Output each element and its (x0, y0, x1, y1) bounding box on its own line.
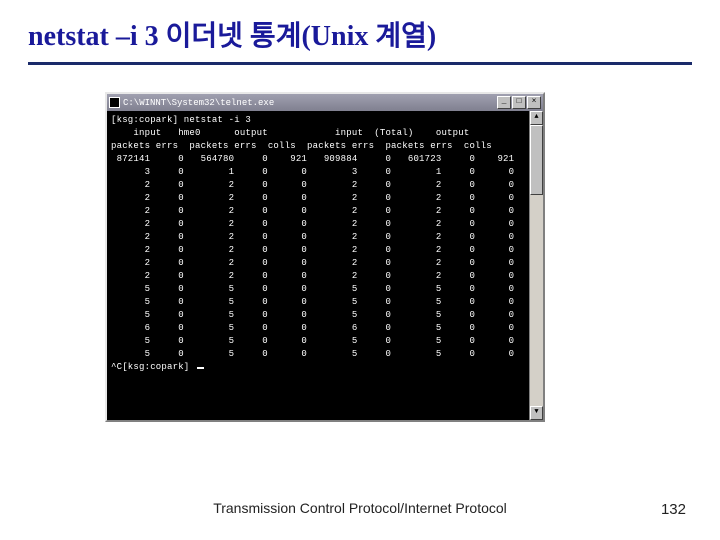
page-number: 132 (661, 501, 686, 518)
slide-title: netstat –i 3 이더넷 통계(Unix 계열) (0, 0, 720, 58)
terminal-cursor (197, 367, 204, 369)
maximize-button[interactable]: □ (512, 96, 526, 109)
title-divider (28, 62, 692, 65)
close-button[interactable]: × (527, 96, 541, 109)
terminal-body: [ksg:copark] netstat -i 3 input hme0 out… (107, 111, 543, 420)
scrollbar-track[interactable] (530, 125, 543, 406)
scrollbar-thumb[interactable] (530, 125, 543, 195)
terminal-icon (109, 97, 120, 108)
slide-footer: Transmission Control Protocol/Internet P… (0, 500, 720, 516)
scroll-down-button[interactable]: ▼ (530, 406, 543, 420)
minimize-button[interactable]: _ (497, 96, 511, 109)
window-title: C:\WINNT\System32\telnet.exe (123, 98, 274, 108)
scroll-up-button[interactable]: ▲ (530, 111, 543, 125)
window-titlebar: C:\WINNT\System32\telnet.exe _ □ × (107, 94, 543, 111)
terminal-window: C:\WINNT\System32\telnet.exe _ □ × [ksg:… (105, 92, 545, 422)
vertical-scrollbar[interactable]: ▲ ▼ (529, 111, 543, 420)
